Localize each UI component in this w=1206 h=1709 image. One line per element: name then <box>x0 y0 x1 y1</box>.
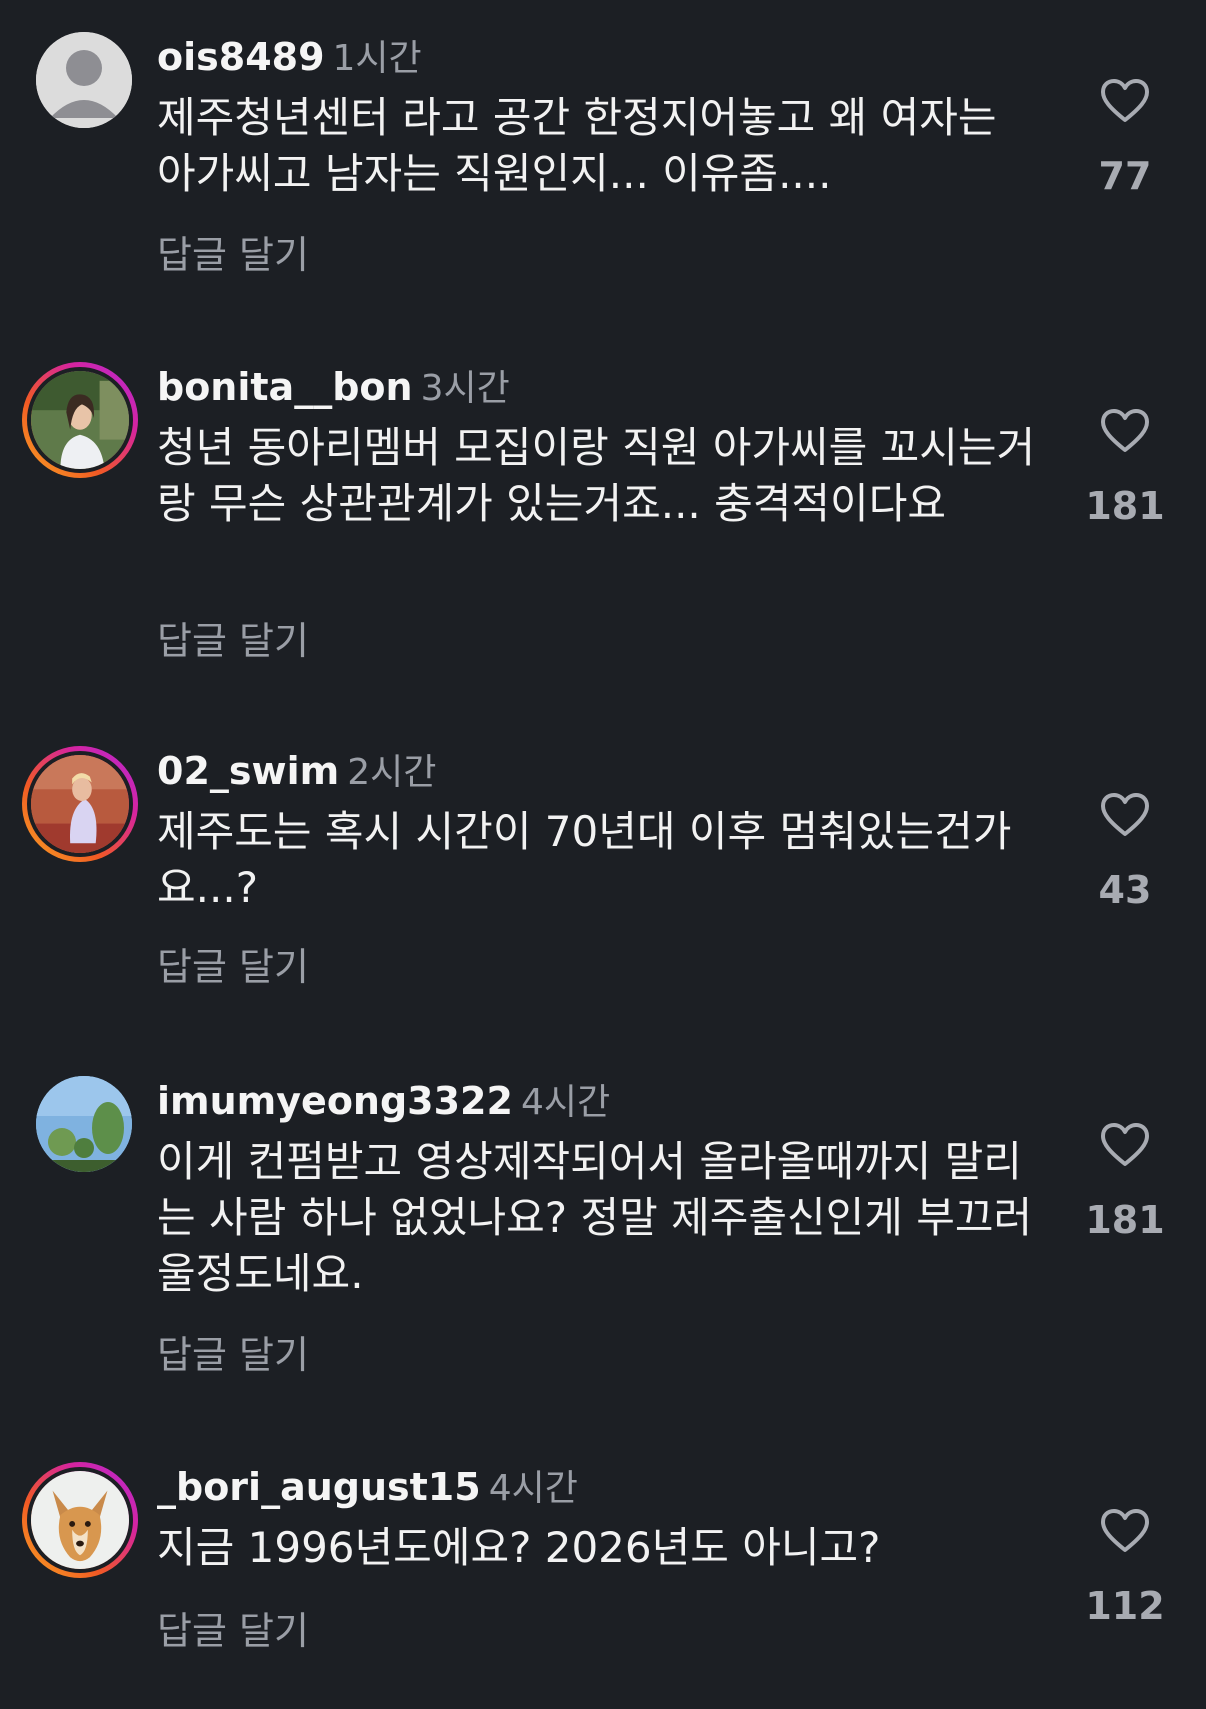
swimmer-photo <box>31 755 129 853</box>
comment-text: 제주청년센터 라고 공간 한정지어놓고 왜 여자는 아가씨고 남자는 직원인지.… <box>157 93 997 198</box>
avatar[interactable] <box>36 1076 132 1172</box>
like-count: 112 <box>1085 1584 1165 1628</box>
username[interactable]: ois8489 <box>157 35 325 79</box>
woman-photo <box>31 371 129 469</box>
heart-icon <box>1101 79 1149 122</box>
username[interactable]: bonita__bon <box>157 365 413 409</box>
heart-icon <box>1101 409 1149 452</box>
username[interactable]: imumyeong3322 <box>157 1079 513 1123</box>
comment-meta: imumyeong3322 4시간 <box>157 1076 610 1128</box>
avatar[interactable] <box>22 362 138 478</box>
comment-meta: ois8489 1시간 <box>157 32 422 84</box>
timestamp: 4시간 <box>488 1468 578 1509</box>
like-button[interactable] <box>1080 78 1170 124</box>
comment-text: 청년 동아리멤버 모집이랑 직원 아가씨를 꼬시는거랑 무슨 상관관계가 있는거… <box>157 423 1036 528</box>
avatar[interactable] <box>22 746 138 862</box>
comment-meta: bonita__bon 3시간 <box>157 362 510 414</box>
reply-button[interactable]: 답글 달기 <box>157 1324 309 1379</box>
username[interactable]: 02_swim <box>157 749 339 793</box>
comment-meta: 02_swim 2시간 <box>157 746 436 798</box>
dog-photo <box>31 1471 129 1569</box>
avatar[interactable] <box>22 1462 138 1578</box>
default-avatar-icon <box>36 32 132 128</box>
like-button[interactable] <box>1080 408 1170 454</box>
reply-button[interactable]: 답글 달기 <box>157 224 309 279</box>
like-button[interactable] <box>1080 1508 1170 1554</box>
timestamp: 2시간 <box>347 752 437 793</box>
comment-text: 지금 1996년도에요? 2026년도 아니고? <box>157 1523 881 1572</box>
reply-button[interactable]: 답글 달기 <box>157 1600 309 1655</box>
reply-button[interactable]: 답글 달기 <box>157 610 309 665</box>
username[interactable]: _bori_august15 <box>157 1465 481 1509</box>
timestamp: 4시간 <box>520 1082 611 1123</box>
like-count: 181 <box>1085 1198 1165 1242</box>
heart-icon <box>1101 793 1149 836</box>
timestamp: 3시간 <box>420 368 510 409</box>
like-button[interactable] <box>1080 1122 1170 1168</box>
heart-icon <box>1101 1123 1149 1166</box>
comment-text: 이게 컨펌받고 영상제작되어서 올라올때까지 말리는 사람 하나 없었나요? 정… <box>157 1137 1033 1298</box>
trees-sky-photo <box>36 1076 132 1172</box>
timestamp: 1시간 <box>332 38 422 79</box>
heart-icon <box>1101 1509 1149 1552</box>
like-count: 181 <box>1085 484 1165 528</box>
like-count: 77 <box>1098 154 1152 198</box>
avatar[interactable] <box>36 32 132 128</box>
comment-text: 제주도는 혹시 시간이 70년대 이후 멈춰있는건가요...? <box>157 807 1012 912</box>
reply-button[interactable]: 답글 달기 <box>157 936 309 991</box>
comment-meta: _bori_august15 4시간 <box>157 1462 578 1514</box>
like-button[interactable] <box>1080 792 1170 838</box>
like-count: 43 <box>1098 868 1152 912</box>
